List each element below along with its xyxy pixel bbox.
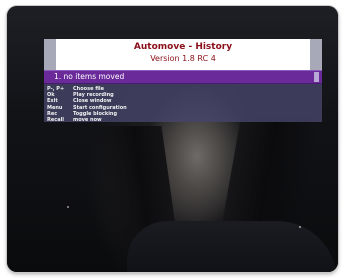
history-list-item-selected[interactable]: 1. no items moved xyxy=(44,70,322,84)
key-help-panel: P-, P+ Choose file Ok Play recording Exi… xyxy=(44,84,322,123)
background-snowflake xyxy=(67,206,69,208)
tv-screen: Automove - History Version 1.8 RC 4 1. n… xyxy=(7,6,338,272)
automove-history-dialog: Automove - History Version 1.8 RC 4 1. n… xyxy=(44,39,322,123)
dialog-version: Version 1.8 RC 4 xyxy=(150,54,216,63)
help-desc: move now xyxy=(73,116,102,123)
dialog-title: Automove - History xyxy=(133,42,233,52)
list-scrollbar[interactable] xyxy=(314,72,319,82)
help-row-move-now: Recall move now xyxy=(47,117,322,123)
dialog-header: Automove - History Version 1.8 RC 4 xyxy=(44,39,322,70)
help-key: Recall xyxy=(47,116,65,123)
background-coat xyxy=(127,221,337,272)
background-snowflake xyxy=(299,226,301,228)
history-item-label: 1. no items moved xyxy=(54,72,125,81)
